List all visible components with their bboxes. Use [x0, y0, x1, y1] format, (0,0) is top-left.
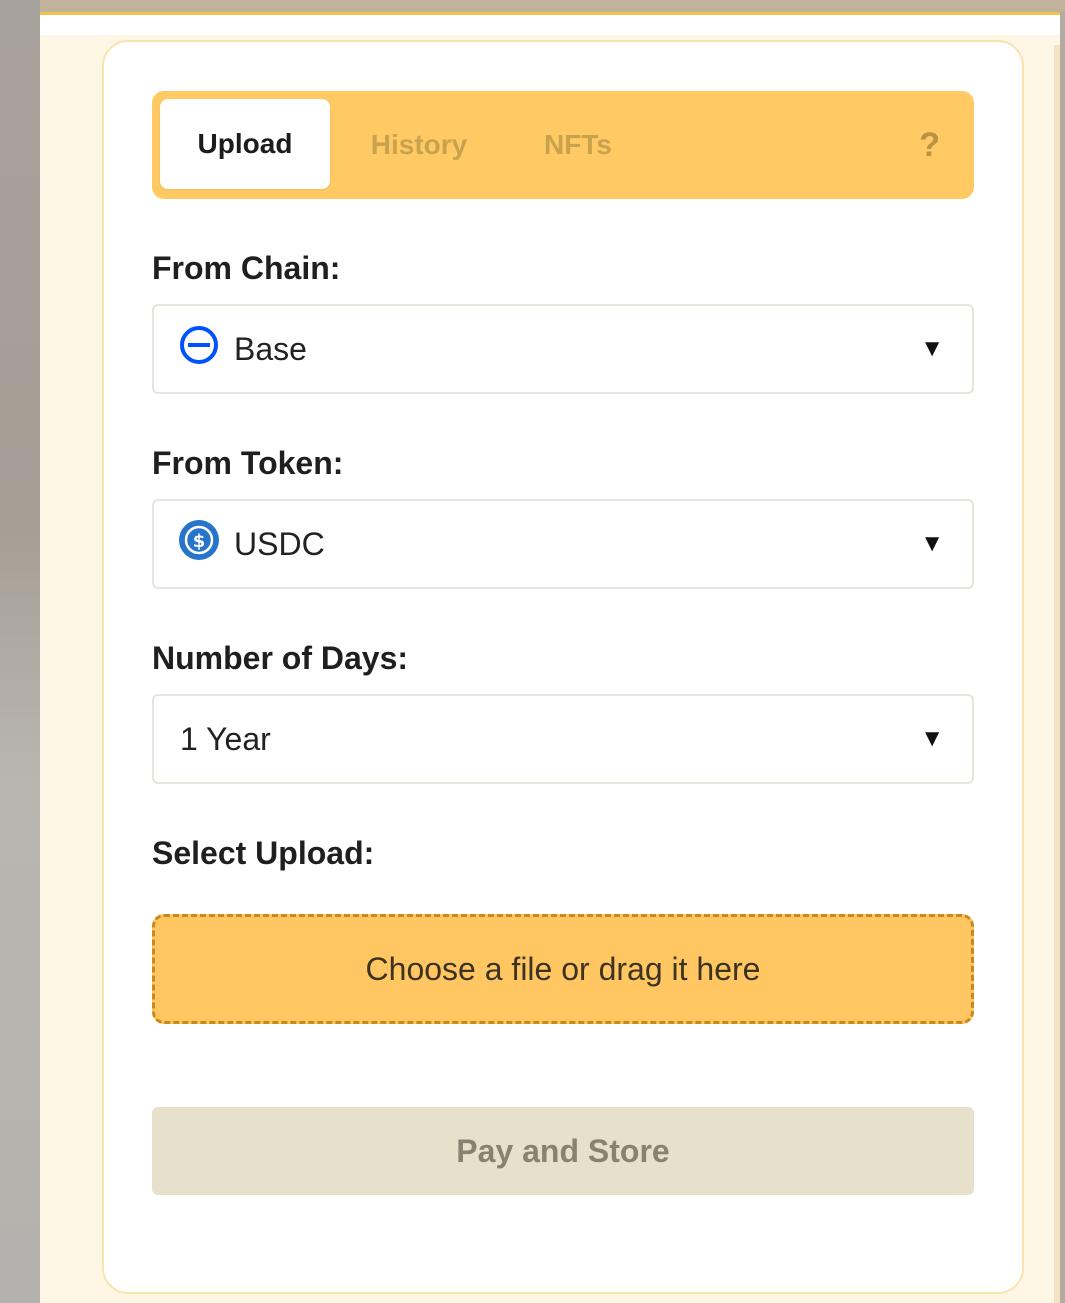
tab-upload[interactable]: Upload [160, 99, 330, 189]
from-token-select[interactable]: $ USDC ▼ [152, 499, 974, 589]
triangle-down-icon: ▼ [920, 335, 944, 362]
background-top [40, 0, 1065, 12]
tab-history[interactable]: History [352, 91, 486, 199]
svg-text:$: $ [193, 531, 206, 552]
from-chain-value: Base [234, 330, 307, 367]
base-chain-icon [178, 324, 220, 374]
file-dropzone[interactable]: Choose a file or drag it here [152, 914, 974, 1024]
triangle-down-icon: ▼ [920, 530, 944, 557]
from-token-label: From Token: [152, 445, 344, 481]
panel-top-band [40, 15, 1060, 35]
panel-scroll-edge [1054, 45, 1060, 1303]
from-chain-label: From Chain: [152, 250, 341, 286]
background-map [0, 0, 40, 1303]
days-select[interactable]: 1 Year ▼ [152, 694, 974, 784]
tab-nfts[interactable]: NFTs [522, 91, 634, 199]
from-chain-select[interactable]: Base ▼ [152, 304, 974, 394]
tab-bar: Upload History NFTs ? [152, 91, 974, 199]
help-icon[interactable]: ? [919, 91, 940, 199]
usdc-token-icon: $ [178, 519, 220, 569]
triangle-down-icon: ▼ [920, 725, 944, 752]
pay-and-store-button[interactable]: Pay and Store [152, 1107, 974, 1195]
days-value: 1 Year [180, 720, 271, 757]
days-label: Number of Days: [152, 640, 409, 676]
from-token-value: USDC [234, 525, 325, 562]
select-upload-label: Select Upload: [152, 835, 375, 871]
